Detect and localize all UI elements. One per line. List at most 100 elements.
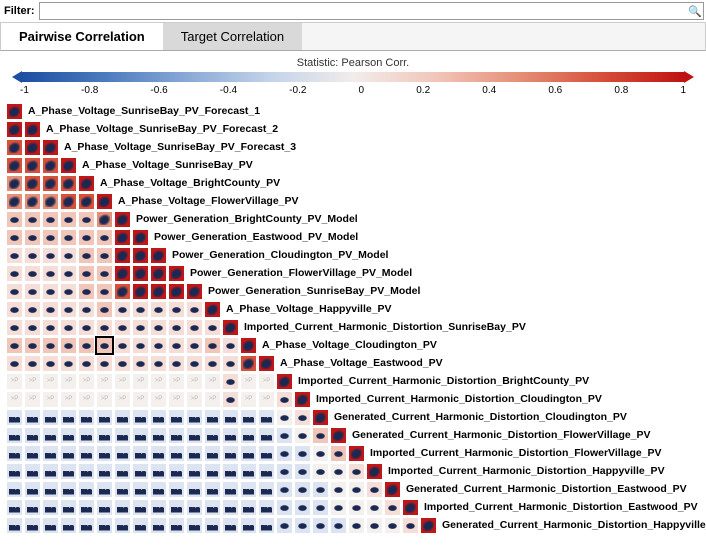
matrix-cell[interactable] [150,301,167,318]
matrix-cell[interactable] [348,517,365,534]
matrix-cell[interactable]: >P [6,391,23,408]
matrix-cell[interactable] [132,499,149,516]
matrix-cell[interactable] [330,499,347,516]
matrix-cell[interactable] [240,463,257,480]
matrix-cell[interactable] [96,445,113,462]
matrix-cell[interactable] [24,481,41,498]
matrix-cell[interactable]: >P [186,391,203,408]
matrix-cell[interactable] [24,427,41,444]
matrix-cell[interactable] [150,463,167,480]
matrix-cell[interactable] [6,499,23,516]
matrix-cell[interactable] [42,445,59,462]
matrix-cell[interactable] [6,157,23,174]
matrix-cell[interactable] [24,139,41,156]
matrix-cell[interactable] [276,481,293,498]
matrix-cell[interactable] [96,229,113,246]
matrix-cell[interactable] [96,517,113,534]
matrix-cell[interactable] [24,211,41,228]
matrix-cell[interactable] [6,103,23,120]
matrix-cell[interactable] [258,499,275,516]
matrix-cell[interactable] [60,157,77,174]
matrix-cell[interactable] [222,319,239,336]
matrix-cell[interactable] [384,517,401,534]
matrix-cell[interactable] [6,355,23,372]
matrix-cell[interactable] [78,193,95,210]
matrix-cell[interactable]: >P [132,391,149,408]
matrix-cell[interactable] [258,409,275,426]
matrix-cell[interactable] [78,265,95,282]
matrix-cell[interactable] [96,247,113,264]
matrix-cell[interactable] [6,175,23,192]
matrix-cell[interactable] [366,463,383,480]
matrix-cell[interactable] [204,301,221,318]
matrix-cell[interactable] [42,409,59,426]
matrix-cell[interactable] [312,517,329,534]
matrix-cell[interactable] [78,283,95,300]
matrix-cell[interactable] [150,481,167,498]
matrix-cell[interactable]: >P [78,373,95,390]
matrix-cell[interactable] [96,463,113,480]
matrix-cell[interactable] [78,301,95,318]
filter-input[interactable] [39,2,705,20]
matrix-cell[interactable] [42,175,59,192]
matrix-cell[interactable] [132,355,149,372]
matrix-cell[interactable] [78,427,95,444]
matrix-cell[interactable] [42,463,59,480]
matrix-cell[interactable] [60,427,77,444]
matrix-cell[interactable] [60,229,77,246]
matrix-cell[interactable] [132,463,149,480]
matrix-cell[interactable] [186,355,203,372]
matrix-cell[interactable] [186,283,203,300]
matrix-cell[interactable] [402,517,419,534]
matrix-cell[interactable] [78,355,95,372]
matrix-cell[interactable] [348,463,365,480]
matrix-cell[interactable] [222,517,239,534]
matrix-cell[interactable]: >P [42,373,59,390]
matrix-cell[interactable] [132,409,149,426]
matrix-cell[interactable] [60,481,77,498]
matrix-cell[interactable] [6,265,23,282]
matrix-cell[interactable] [96,301,113,318]
matrix-cell[interactable] [276,391,293,408]
matrix-cell[interactable] [384,481,401,498]
matrix-cell[interactable] [168,355,185,372]
matrix-cell[interactable] [204,337,221,354]
matrix-cell[interactable] [60,337,77,354]
matrix-cell[interactable] [60,517,77,534]
matrix-cell[interactable] [366,517,383,534]
matrix-cell[interactable] [330,427,347,444]
matrix-cell[interactable] [114,409,131,426]
matrix-cell[interactable]: >P [204,391,221,408]
matrix-cell[interactable] [78,319,95,336]
matrix-cell[interactable] [276,517,293,534]
matrix-cell[interactable]: >P [150,373,167,390]
matrix-cell[interactable] [60,355,77,372]
matrix-cell[interactable] [6,463,23,480]
matrix-cell[interactable] [24,409,41,426]
matrix-cell[interactable] [60,193,77,210]
matrix-cell[interactable] [60,499,77,516]
matrix-cell[interactable] [420,517,437,534]
matrix-cell[interactable] [330,445,347,462]
matrix-cell[interactable] [294,409,311,426]
matrix-cell[interactable] [222,337,239,354]
matrix-cell[interactable] [96,283,113,300]
matrix-cell[interactable] [114,463,131,480]
matrix-cell[interactable] [6,409,23,426]
matrix-cell[interactable] [60,283,77,300]
matrix-cell[interactable] [312,499,329,516]
matrix-cell[interactable] [114,283,131,300]
matrix-cell[interactable] [78,211,95,228]
matrix-cell[interactable] [204,445,221,462]
matrix-cell[interactable] [42,211,59,228]
matrix-cell[interactable] [96,427,113,444]
matrix-cell[interactable] [168,337,185,354]
matrix-cell[interactable] [78,409,95,426]
matrix-cell[interactable] [6,193,23,210]
matrix-cell[interactable] [402,499,419,516]
matrix-cell[interactable] [258,517,275,534]
matrix-cell[interactable] [186,319,203,336]
matrix-cell[interactable] [60,301,77,318]
matrix-cell[interactable] [114,211,131,228]
matrix-cell[interactable]: >P [60,391,77,408]
